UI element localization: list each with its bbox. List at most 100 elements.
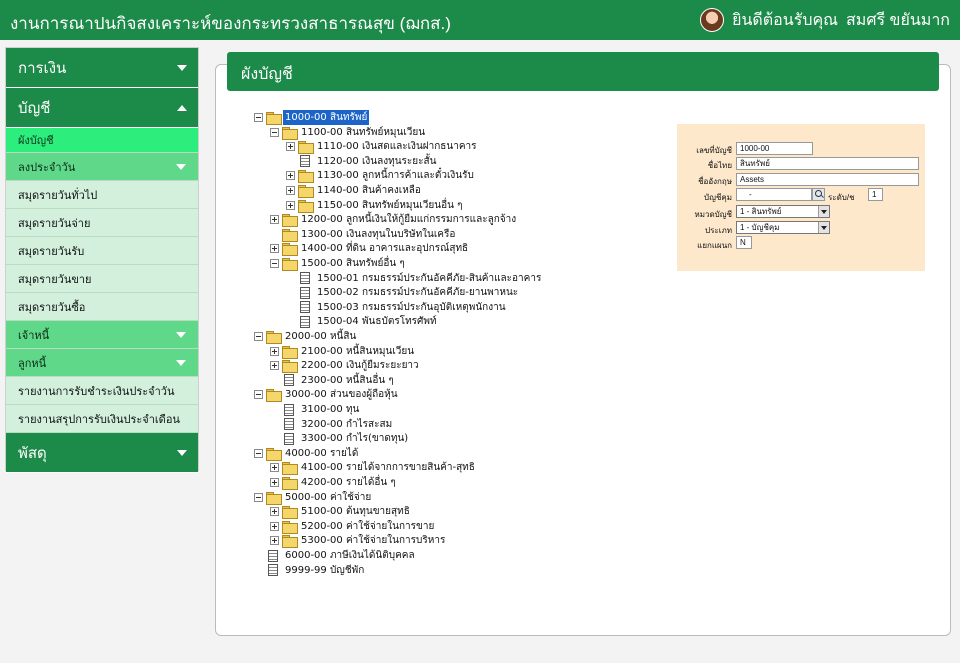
tree-node-label[interactable]: 3300-00 กำไร(ขาดทุน) [299,431,410,446]
tree-node[interactable]: 4200-00 รายได้อื่น ๆ [270,475,398,490]
tree-node[interactable]: 4000-00 รายได้ [254,446,360,461]
tree-node[interactable]: 5100-00 ต้นทุนขายสุทธิ [270,504,412,520]
tree-node[interactable]: 4100-00 รายได้จากการขายสินค้า-สุทธิ [270,460,477,476]
expand-icon[interactable] [286,171,295,181]
tree-node[interactable]: 3000-00 ส่วนของผู้ถือหุ้น [254,387,400,403]
tree-node-label[interactable]: 2200-00 เงินกู้ยืมระยะยาว [299,358,421,373]
tree-node[interactable]: 5200-00 ค่าใช้จ่ายในการขาย [270,519,436,534]
tree-node[interactable]: 3200-00 กำไรสะสม [270,417,394,432]
expand-icon[interactable] [270,536,279,546]
tree-node-label[interactable]: 5300-00 ค่าใช้จ่ายในการบริหาร [299,533,447,548]
level-field[interactable]: 1 [868,188,883,201]
tree-node-label[interactable]: 1150-00 สินทรัพย์หมุนเวียนอื่น ๆ [315,198,464,213]
english-name-field[interactable]: Assets [736,173,919,186]
tree-node[interactable]: 1200-00 ลูกหนี้เงินให้กู้ยืมแก่กรรมการแล… [270,212,518,228]
tree-node[interactable]: 2000-00 หนี้สิน [254,329,358,344]
tree-node-label[interactable]: 1000-00 สินทรัพย์ [283,110,370,125]
account-no-field[interactable]: 1000-00 [736,142,813,155]
expand-icon[interactable] [270,521,279,531]
tree-node[interactable]: 1130-00 ลูกหนี้การค้าและตั๋วเงินรับ [286,168,476,184]
tree-node[interactable]: 1500-00 สินทรัพย์อื่น ๆ [270,256,407,271]
tree-node[interactable]: 1120-00 เงินลงทุนระยะสั้น [286,154,438,169]
tree-node-label[interactable]: 1300-00 เงินลงทุนในบริษัทในเครือ [299,227,457,242]
collapse-icon[interactable] [254,332,263,341]
expand-icon[interactable] [270,507,279,517]
tree-node[interactable]: 1100-00 สินทรัพย์หมุนเวียน [270,125,427,140]
tree-node[interactable]: 9999-99 บัญชีพัก [254,563,366,578]
tree-node[interactable]: 3300-00 กำไร(ขาดทุน) [270,431,410,446]
expand-icon[interactable] [270,361,279,371]
collapse-icon[interactable] [254,492,263,502]
tree-node[interactable]: 1000-00 สินทรัพย์ [254,110,370,125]
tree-node-label[interactable]: 4000-00 รายได้ [283,446,360,461]
expand-icon[interactable] [270,215,279,225]
tree-node[interactable]: 2200-00 เงินกู้ยืมระยะยาว [270,358,421,374]
sidebar-item-chart-of-accounts[interactable]: ผังบัญชี [6,128,198,153]
sidebar-item-payment-journal[interactable]: สมุดรายวันจ่าย [6,209,198,237]
tree-node-label[interactable]: 1500-02 กรมธรรม์ประกันอัคคีภัย-ยานพาหนะ [315,285,520,300]
tree-node[interactable]: 1500-03 กรมธรรม์ประกันอุบัติเหตุพนักงาน [286,300,508,315]
sidebar-group-debtors[interactable]: ลูกหนี้ [6,349,198,377]
department-field[interactable]: N [736,236,752,249]
expand-icon[interactable] [270,478,279,487]
expand-icon[interactable] [270,463,279,473]
tree-node-label[interactable]: 5000-00 ค่าใช้จ่าย [283,490,373,505]
tree-node[interactable]: 1500-04 พันธบัตรโทรศัพท์ [286,314,439,329]
tree-node[interactable]: 5000-00 ค่าใช้จ่าย [254,490,373,505]
menu-supplies[interactable]: พัสดุ [6,433,198,473]
tree-node[interactable]: 1110-00 เงินสดและเงินฝากธนาคาร [286,139,479,155]
sidebar-group-creditors[interactable]: เจ้าหนี้ [6,321,198,349]
expand-icon[interactable] [270,244,279,254]
collapse-icon[interactable] [270,127,279,137]
tree-node-label[interactable]: 1130-00 ลูกหนี้การค้าและตั๋วเงินรับ [315,168,476,183]
tree-node-label[interactable]: 1500-01 กรมธรรม์ประกันอัคคีภัย-สินค้าและ… [315,271,543,286]
sidebar-item-general-journal[interactable]: สมุดรายวันทั่วไป [6,181,198,209]
tree-node-label[interactable]: 5100-00 ต้นทุนขายสุทธิ [299,504,412,519]
sidebar-item-daily-receipt-report[interactable]: รายงานการรับชำระเงินประจำวัน [6,377,198,405]
expand-icon[interactable] [286,186,295,195]
expand-icon[interactable] [286,142,295,152]
tree-node-label[interactable]: 5200-00 ค่าใช้จ่ายในการขาย [299,519,436,534]
sidebar-group-daily-post[interactable]: ลงประจำวัน [6,153,198,181]
menu-accounts[interactable]: บัญชี [6,88,198,128]
type-select[interactable]: 1 - บัญชีคุม [736,221,830,234]
tree-node-label[interactable]: 1140-00 สินค้าคงเหลือ [315,183,423,198]
expand-icon[interactable] [270,346,279,356]
tree-node[interactable]: 1400-00 ที่ดิน อาคารและอุปกรณ์สุทธิ [270,241,470,257]
tree-node[interactable]: 6000-00 ภาษีเงินได้นิติบุคคล [254,548,417,563]
tree-node-label[interactable]: 9999-99 บัญชีพัก [283,563,366,578]
tree-node-label[interactable]: 4100-00 รายได้จากการขายสินค้า-สุทธิ [299,460,477,475]
menu-finance[interactable]: การเงิน [6,48,198,88]
tree-node-label[interactable]: 2100-00 หนี้สินหมุนเวียน [299,344,416,359]
control-account-field[interactable]: - [736,188,812,201]
tree-node-label[interactable]: 6000-00 ภาษีเงินได้นิติบุคคล [283,548,417,563]
tree-node[interactable]: 2300-00 หนี้สินอื่น ๆ [270,373,396,388]
sidebar-item-sales-journal[interactable]: สมุดรายวันขาย [6,265,198,293]
sidebar-item-monthly-receipt-summary[interactable]: รายงานสรุปการรับเงินประจำเดือน [6,405,198,433]
tree-node-label[interactable]: 1500-04 พันธบัตรโทรศัพท์ [315,314,439,329]
tree-node-label[interactable]: 2000-00 หนี้สิน [283,329,358,344]
avatar[interactable] [700,8,725,32]
tree-node-label[interactable]: 1500-03 กรมธรรม์ประกันอุบัติเหตุพนักงาน [315,300,508,315]
search-icon[interactable] [812,188,825,201]
tree-node-label[interactable]: 3200-00 กำไรสะสม [299,417,394,432]
tree-node[interactable]: 1140-00 สินค้าคงเหลือ [286,183,423,198]
category-select[interactable]: 1 - สินทรัพย์ [736,205,830,218]
tree-node[interactable]: 1500-02 กรมธรรม์ประกันอัคคีภัย-ยานพาหนะ [286,285,520,300]
user-name[interactable]: สมศรี ขยันมาก [846,8,950,33]
tree-node-label[interactable]: 1110-00 เงินสดและเงินฝากธนาคาร [315,139,479,154]
sidebar-item-purchase-journal[interactable]: สมุดรายวันซื้อ [6,293,198,321]
tree-node-label[interactable]: 4200-00 รายได้อื่น ๆ [299,475,398,490]
collapse-icon[interactable] [254,390,263,400]
thai-name-field[interactable]: สินทรัพย์ [736,157,919,170]
sidebar-item-receipt-journal[interactable]: สมุดรายวันรับ [6,237,198,265]
tree-node-label[interactable]: 1400-00 ที่ดิน อาคารและอุปกรณ์สุทธิ [299,241,470,256]
tree-node[interactable]: 5300-00 ค่าใช้จ่ายในการบริหาร [270,533,447,549]
expand-icon[interactable] [286,200,295,210]
tree-node[interactable]: 2100-00 หนี้สินหมุนเวียน [270,344,416,359]
collapse-icon[interactable] [270,259,279,268]
tree-node-label[interactable]: 3000-00 ส่วนของผู้ถือหุ้น [283,387,400,402]
tree-node-label[interactable]: 1200-00 ลูกหนี้เงินให้กู้ยืมแก่กรรมการแล… [299,212,518,227]
tree-node-label[interactable]: 1100-00 สินทรัพย์หมุนเวียน [299,125,427,140]
tree-node[interactable]: 1150-00 สินทรัพย์หมุนเวียนอื่น ๆ [286,198,464,213]
